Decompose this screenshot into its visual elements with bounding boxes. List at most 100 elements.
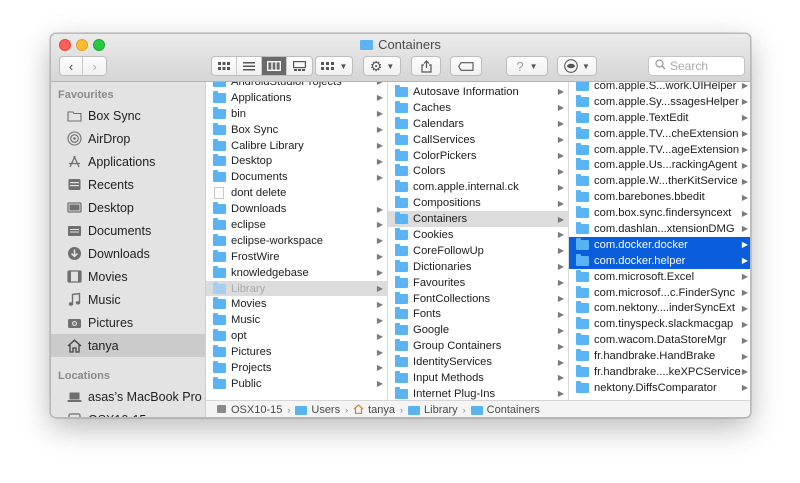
folder-icon [395,116,408,129]
folder-icon [576,206,589,219]
share-button[interactable] [411,56,441,76]
list-item[interactable]: Input Methods ▶ [388,370,568,386]
list-item[interactable]: ColorPickers ▶ [388,148,568,164]
list-item[interactable]: com.dashlan...xtensionDMG ▶ [569,221,750,237]
help-button[interactable]: ? ▼ [506,56,548,76]
list-item[interactable]: eclipse ▶ [206,217,387,233]
sidebar-item-music[interactable]: Music [51,288,205,311]
list-item[interactable]: com.nektony....inderSyncExt ▶ [569,300,750,316]
disclosure-arrow-icon: ▶ [376,331,383,341]
list-item[interactable]: Music ▶ [206,312,387,328]
list-item[interactable]: Documents ▶ [206,169,387,185]
list-item[interactable]: com.box.sync.findersyncext ▶ [569,205,750,221]
search-field[interactable]: Search [648,56,745,76]
sidebar-item-pictures[interactable]: Pictures [51,311,205,334]
list-item[interactable]: com.docker.helper ▶ [569,252,750,269]
list-item[interactable]: Colors ▶ [388,163,568,179]
list-item[interactable]: com.apple.TV...ageExtension ▶ [569,142,750,158]
list-item[interactable]: opt ▶ [206,328,387,344]
list-item[interactable]: Favourites ▶ [388,275,568,291]
list-item[interactable]: Containers ▶ [388,211,568,228]
list-item[interactable]: Desktop ▶ [206,153,387,169]
list-item[interactable]: eclipse-workspace ▶ [206,233,387,249]
list-item[interactable]: Downloads ▶ [206,201,387,217]
list-item[interactable]: com.microsoft.Excel ▶ [569,269,750,285]
group-button[interactable]: ▼ [315,56,353,76]
sidebar-item-tanya[interactable]: tanya [51,334,205,357]
path-segment[interactable]: tanya [353,403,395,417]
action-button[interactable]: ⚙ ▼ [363,56,401,76]
forward-button[interactable]: › [83,57,106,75]
list-item[interactable]: FrostWire ▶ [206,249,387,265]
column-view-button[interactable] [262,57,287,75]
gallery-view-button[interactable] [287,57,312,75]
list-item[interactable]: Projects ▶ [206,360,387,376]
list-item[interactable]: Caches ▶ [388,100,568,116]
list-item[interactable]: Pictures ▶ [206,344,387,360]
list-view-button[interactable] [237,57,262,75]
sidebar-item-documents[interactable]: Documents [51,219,205,242]
list-item[interactable]: nektony.DiffsComparator ▶ [569,380,750,396]
list-item[interactable]: dont delete [206,185,387,201]
list-item[interactable]: Compositions ▶ [388,195,568,211]
list-item[interactable]: fr.handbrake....keXPCService ▶ [569,364,750,380]
list-item[interactable]: Applications ▶ [206,90,387,106]
list-item[interactable]: com.wacom.DataStoreMgr ▶ [569,332,750,348]
tags-button[interactable] [450,56,482,76]
list-item[interactable]: Autosave Information ▶ [388,84,568,100]
sidebar-item-asas-s-macbook-pro[interactable]: asas’s MacBook Pro [51,385,205,408]
sidebar-item-desktop[interactable]: Desktop [51,196,205,219]
list-item[interactable]: fr.handbrake.HandBrake ▶ [569,348,750,364]
sidebar-item-airdrop[interactable]: AirDrop [51,127,205,150]
sidebar-item-applications[interactable]: Applications [51,150,205,173]
quicklook-button[interactable]: ▼ [557,56,597,76]
list-item[interactable]: com.tinyspeck.slackmacgap ▶ [569,316,750,332]
path-segment[interactable]: OSX10-15 [216,404,282,417]
list-item[interactable]: com.apple.Us...rackingAgent ▶ [569,157,750,173]
sidebar-locations-heading: Locations [58,370,110,382]
list-item[interactable]: Calendars ▶ [388,116,568,132]
path-segment[interactable]: Library [408,404,458,416]
list-item[interactable]: AndroidStudioProjects ▶ [206,82,387,90]
list-item[interactable]: Internet Plug-Ins ▶ [388,386,568,400]
list-item[interactable]: com.docker.docker ▶ [569,236,750,253]
sidebar-item-box-sync[interactable]: Box Sync [51,104,205,127]
list-item[interactable]: Movies ▶ [206,296,387,312]
disclosure-arrow-icon: ▶ [557,166,564,176]
list-item[interactable]: com.apple.Sy...ssagesHelper ▶ [569,94,750,110]
list-item[interactable]: com.apple.S...work.UIHelper ▶ [569,82,750,94]
list-item[interactable]: com.barebones.bbedit ▶ [569,189,750,205]
list-item[interactable]: com.microsof...c.FinderSync ▶ [569,285,750,301]
list-item[interactable]: Calibre Library ▶ [206,138,387,154]
disclosure-arrow-icon: ▶ [557,357,564,367]
list-item[interactable]: Public ▶ [206,376,387,392]
disclosure-arrow-icon: ▶ [741,319,748,329]
sidebar-item-recents[interactable]: Recents [51,173,205,196]
list-item[interactable]: com.apple.W...therKitService ▶ [569,173,750,189]
list-item[interactable]: knowledgebase ▶ [206,265,387,281]
list-item[interactable]: Fonts ▶ [388,306,568,322]
list-item[interactable]: CoreFollowUp ▶ [388,243,568,259]
sidebar-item-osx10-15[interactable]: OSX10-15 [51,408,205,417]
back-button[interactable]: ‹ [60,57,83,75]
list-item[interactable]: IdentityServices ▶ [388,354,568,370]
path-segment[interactable]: Containers [470,404,540,416]
list-item[interactable]: com.apple.TextEdit ▶ [569,110,750,126]
sidebar-item-movies[interactable]: Movies [51,265,205,288]
list-item[interactable]: Box Sync ▶ [206,122,387,138]
list-item[interactable]: Dictionaries ▶ [388,259,568,275]
list-item[interactable]: Group Containers ▶ [388,338,568,354]
disclosure-arrow-icon: ▶ [741,145,748,154]
list-item[interactable]: CallServices ▶ [388,132,568,148]
path-segment[interactable]: Users [295,404,340,416]
list-item[interactable]: Cookies ▶ [388,227,568,243]
list-item[interactable]: Google ▶ [388,322,568,338]
list-item[interactable]: Library ▶ [206,280,387,297]
icon-view-button[interactable] [212,57,237,75]
list-item[interactable]: FontCollections ▶ [388,291,568,307]
list-item[interactable]: com.apple.internal.ck ▶ [388,179,568,195]
list-item[interactable]: bin ▶ [206,106,387,122]
airdrop-icon [66,131,82,146]
sidebar-item-downloads[interactable]: Downloads [51,242,205,265]
list-item[interactable]: com.apple.TV...cheExtension ▶ [569,126,750,142]
